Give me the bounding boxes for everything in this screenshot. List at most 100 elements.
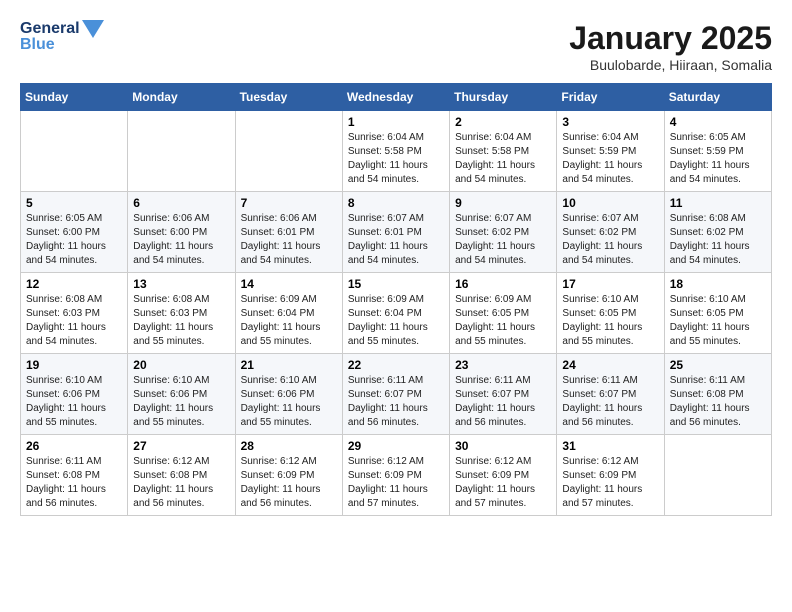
calendar-cell: 18 Sunrise: 6:10 AMSunset: 6:05 PMDayligh… bbox=[664, 273, 771, 354]
day-number: 10 bbox=[562, 196, 658, 210]
day-info: Sunrise: 6:10 AMSunset: 6:06 PMDaylight:… bbox=[26, 374, 122, 430]
day-info: Sunrise: 6:10 AMSunset: 6:06 PMDaylight:… bbox=[241, 374, 337, 430]
calendar-cell: 8Sunrise: 6:07 AMSunset: 6:01 PMDaylight… bbox=[342, 192, 449, 273]
calendar-cell: 1 Sunrise: 6:04 AMSunset: 5:58 PMDaylight… bbox=[342, 111, 449, 192]
calendar-week-5: 26 Sunrise: 6:11 AMSunset: 6:08 PMDayligh… bbox=[21, 435, 772, 516]
day-number: 15 bbox=[348, 277, 444, 291]
day-number: 13 bbox=[133, 277, 229, 291]
calendar-cell: 15 Sunrise: 6:09 AMSunset: 6:04 PMDayligh… bbox=[342, 273, 449, 354]
calendar-cell: 14 Sunrise: 6:09 AMSunset: 6:04 PMDayligh… bbox=[235, 273, 342, 354]
day-info: Sunrise: 6:11 AMSunset: 6:08 PMDaylight:… bbox=[26, 455, 122, 511]
calendar-week-3: 12 Sunrise: 6:08 AMSunset: 6:03 PMDayligh… bbox=[21, 273, 772, 354]
day-number: 2 bbox=[455, 115, 551, 129]
day-number: 9 bbox=[455, 196, 551, 210]
calendar-week-4: 19 Sunrise: 6:10 AMSunset: 6:06 PMDayligh… bbox=[21, 354, 772, 435]
day-info: Sunrise: 6:05 AMSunset: 6:00 PMDaylight:… bbox=[26, 212, 122, 268]
calendar-cell: 27 Sunrise: 6:12 AMSunset: 6:08 PMDayligh… bbox=[128, 435, 235, 516]
day-info: Sunrise: 6:08 AMSunset: 6:02 PMDaylight:… bbox=[670, 212, 766, 268]
calendar-cell: 25Sunrise: 6:11 AMSunset: 6:08 PMDayligh… bbox=[664, 354, 771, 435]
day-info: Sunrise: 6:11 AMSunset: 6:07 PMDaylight:… bbox=[455, 374, 551, 430]
day-number: 5 bbox=[26, 196, 122, 210]
day-number: 22 bbox=[348, 358, 444, 372]
header-row: SundayMondayTuesdayWednesdayThursdayFrid… bbox=[21, 84, 772, 111]
day-info: Sunrise: 6:04 AMSunset: 5:58 PMDaylight:… bbox=[455, 131, 551, 187]
calendar-cell bbox=[664, 435, 771, 516]
calendar-cell: 2 Sunrise: 6:04 AMSunset: 5:58 PMDaylight… bbox=[450, 111, 557, 192]
day-info: Sunrise: 6:10 AMSunset: 6:05 PMDaylight:… bbox=[670, 293, 766, 349]
day-number: 16 bbox=[455, 277, 551, 291]
day-number: 30 bbox=[455, 439, 551, 453]
day-info: Sunrise: 6:11 AMSunset: 6:07 PMDaylight:… bbox=[348, 374, 444, 430]
day-number: 29 bbox=[348, 439, 444, 453]
day-number: 11 bbox=[670, 196, 766, 210]
day-number: 24 bbox=[562, 358, 658, 372]
day-info: Sunrise: 6:09 AMSunset: 6:04 PMDaylight:… bbox=[241, 293, 337, 349]
day-number: 6 bbox=[133, 196, 229, 210]
day-info: Sunrise: 6:05 AMSunset: 5:59 PMDaylight:… bbox=[670, 131, 766, 187]
page-header: General Blue January 2025 Buulobarde, Hi… bbox=[20, 20, 772, 73]
day-info: Sunrise: 6:12 AMSunset: 6:09 PMDaylight:… bbox=[241, 455, 337, 511]
day-info: Sunrise: 6:11 AMSunset: 6:07 PMDaylight:… bbox=[562, 374, 658, 430]
day-info: Sunrise: 6:12 AMSunset: 6:09 PMDaylight:… bbox=[455, 455, 551, 511]
calendar-cell: 28 Sunrise: 6:12 AMSunset: 6:09 PMDayligh… bbox=[235, 435, 342, 516]
calendar-cell: 9 Sunrise: 6:07 AMSunset: 6:02 PMDaylight… bbox=[450, 192, 557, 273]
day-info: Sunrise: 6:09 AMSunset: 6:04 PMDaylight:… bbox=[348, 293, 444, 349]
calendar-week-1: 1 Sunrise: 6:04 AMSunset: 5:58 PMDaylight… bbox=[21, 111, 772, 192]
calendar-cell: 30 Sunrise: 6:12 AMSunset: 6:09 PMDayligh… bbox=[450, 435, 557, 516]
day-info: Sunrise: 6:06 AMSunset: 6:01 PMDaylight:… bbox=[241, 212, 337, 268]
calendar-cell: 31 Sunrise: 6:12 AMSunset: 6:09 PMDayligh… bbox=[557, 435, 664, 516]
day-number: 3 bbox=[562, 115, 658, 129]
day-number: 18 bbox=[670, 277, 766, 291]
day-info: Sunrise: 6:07 AMSunset: 6:01 PMDaylight:… bbox=[348, 212, 444, 268]
day-info: Sunrise: 6:12 AMSunset: 6:09 PMDaylight:… bbox=[348, 455, 444, 511]
day-number: 12 bbox=[26, 277, 122, 291]
header-day-friday: Friday bbox=[557, 84, 664, 111]
day-number: 20 bbox=[133, 358, 229, 372]
calendar-cell: 22 Sunrise: 6:11 AMSunset: 6:07 PMDayligh… bbox=[342, 354, 449, 435]
day-info: Sunrise: 6:08 AMSunset: 6:03 PMDaylight:… bbox=[133, 293, 229, 349]
logo: General Blue bbox=[20, 20, 104, 54]
header-day-wednesday: Wednesday bbox=[342, 84, 449, 111]
day-number: 28 bbox=[241, 439, 337, 453]
day-info: Sunrise: 6:07 AMSunset: 6:02 PMDaylight:… bbox=[455, 212, 551, 268]
calendar-cell: 3Sunrise: 6:04 AMSunset: 5:59 PMDaylight… bbox=[557, 111, 664, 192]
calendar-cell: 24 Sunrise: 6:11 AMSunset: 6:07 PMDayligh… bbox=[557, 354, 664, 435]
calendar-cell bbox=[128, 111, 235, 192]
calendar-cell: 19 Sunrise: 6:10 AMSunset: 6:06 PMDayligh… bbox=[21, 354, 128, 435]
day-number: 14 bbox=[241, 277, 337, 291]
header-day-tuesday: Tuesday bbox=[235, 84, 342, 111]
day-info: Sunrise: 6:10 AMSunset: 6:06 PMDaylight:… bbox=[133, 374, 229, 430]
day-number: 21 bbox=[241, 358, 337, 372]
calendar-cell: 5 Sunrise: 6:05 AMSunset: 6:00 PMDaylight… bbox=[21, 192, 128, 273]
day-info: Sunrise: 6:12 AMSunset: 6:09 PMDaylight:… bbox=[562, 455, 658, 511]
day-number: 31 bbox=[562, 439, 658, 453]
calendar-cell: 17 Sunrise: 6:10 AMSunset: 6:05 PMDayligh… bbox=[557, 273, 664, 354]
calendar-cell: 10 Sunrise: 6:07 AMSunset: 6:02 PMDayligh… bbox=[557, 192, 664, 273]
day-info: Sunrise: 6:04 AMSunset: 5:58 PMDaylight:… bbox=[348, 131, 444, 187]
calendar-cell: 23 Sunrise: 6:11 AMSunset: 6:07 PMDayligh… bbox=[450, 354, 557, 435]
day-number: 23 bbox=[455, 358, 551, 372]
day-number: 19 bbox=[26, 358, 122, 372]
day-number: 7 bbox=[241, 196, 337, 210]
day-info: Sunrise: 6:10 AMSunset: 6:05 PMDaylight:… bbox=[562, 293, 658, 349]
day-number: 27 bbox=[133, 439, 229, 453]
day-info: Sunrise: 6:12 AMSunset: 6:08 PMDaylight:… bbox=[133, 455, 229, 511]
calendar-cell: 4 Sunrise: 6:05 AMSunset: 5:59 PMDaylight… bbox=[664, 111, 771, 192]
calendar-cell bbox=[21, 111, 128, 192]
location: Buulobarde, Hiiraan, Somalia bbox=[569, 57, 772, 73]
day-number: 26 bbox=[26, 439, 122, 453]
day-number: 1 bbox=[348, 115, 444, 129]
day-info: Sunrise: 6:07 AMSunset: 6:02 PMDaylight:… bbox=[562, 212, 658, 268]
day-info: Sunrise: 6:08 AMSunset: 6:03 PMDaylight:… bbox=[26, 293, 122, 349]
day-number: 4 bbox=[670, 115, 766, 129]
day-info: Sunrise: 6:06 AMSunset: 6:00 PMDaylight:… bbox=[133, 212, 229, 268]
day-number: 17 bbox=[562, 277, 658, 291]
calendar-cell: 26 Sunrise: 6:11 AMSunset: 6:08 PMDayligh… bbox=[21, 435, 128, 516]
calendar-week-2: 5 Sunrise: 6:05 AMSunset: 6:00 PMDaylight… bbox=[21, 192, 772, 273]
calendar-cell: 20 Sunrise: 6:10 AMSunset: 6:06 PMDayligh… bbox=[128, 354, 235, 435]
calendar-cell: 11 Sunrise: 6:08 AMSunset: 6:02 PMDayligh… bbox=[664, 192, 771, 273]
calendar-cell: 13 Sunrise: 6:08 AMSunset: 6:03 PMDayligh… bbox=[128, 273, 235, 354]
month-title: January 2025 bbox=[569, 20, 772, 57]
header-day-thursday: Thursday bbox=[450, 84, 557, 111]
calendar-cell: 12 Sunrise: 6:08 AMSunset: 6:03 PMDayligh… bbox=[21, 273, 128, 354]
